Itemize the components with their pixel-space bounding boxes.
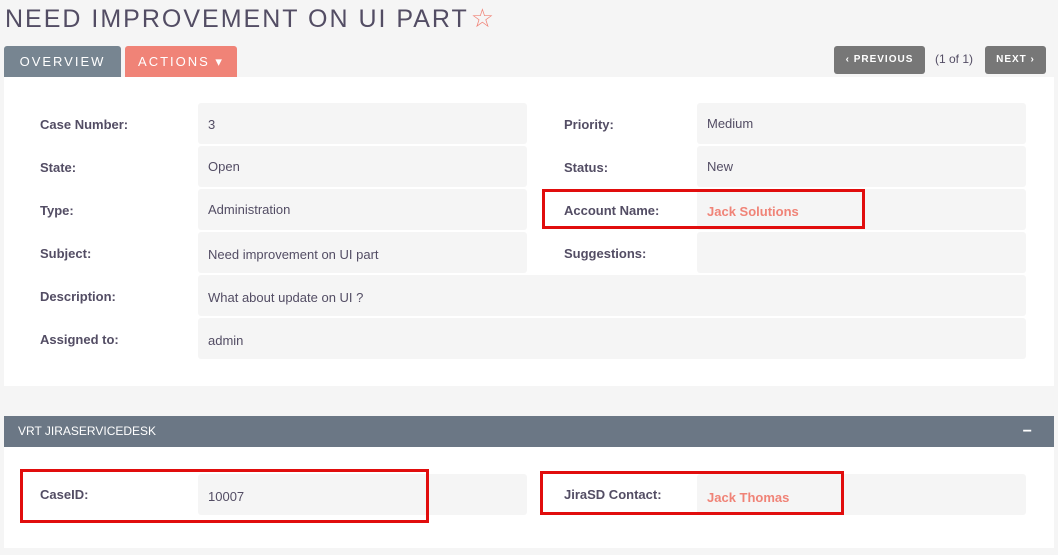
- previous-button[interactable]: ‹ PREVIOUS: [834, 46, 925, 74]
- status-label: Status:: [564, 160, 609, 175]
- description-label: Description:: [40, 289, 116, 304]
- record-count: (1 of 1): [935, 52, 974, 66]
- highlight-box: [542, 189, 865, 229]
- assigned-to-label: Assigned to:: [40, 332, 119, 347]
- next-button[interactable]: NEXT ›: [985, 46, 1046, 74]
- suggestions-value: [697, 232, 1026, 273]
- type-value: Administration: [198, 189, 527, 230]
- subject-value: Need improvement on UI part: [198, 232, 527, 273]
- description-value: What about update on UI ?: [198, 275, 1026, 316]
- priority-label: Priority:: [564, 117, 614, 132]
- status-value: New: [697, 146, 1026, 187]
- state-label: State:: [40, 160, 77, 175]
- assigned-to-value: admin: [198, 318, 1026, 359]
- type-label: Type:: [40, 203, 74, 218]
- jira-section-header[interactable]: VRT JIRASERVICEDESK −: [4, 416, 1054, 447]
- page-title: NEED IMPROVEMENT ON UI PART☆: [5, 3, 497, 33]
- suggestions-label: Suggestions:: [564, 246, 647, 261]
- tab-overview[interactable]: OVERVIEW: [4, 46, 121, 77]
- priority-value: Medium: [697, 103, 1026, 144]
- case-number-value: 3: [198, 103, 527, 144]
- actions-dropdown[interactable]: ACTIONS ▾: [125, 46, 237, 77]
- subject-label: Subject:: [40, 246, 92, 261]
- favorite-star-icon[interactable]: ☆: [471, 3, 496, 33]
- highlight-box: [540, 471, 844, 515]
- case-number-label: Case Number:: [40, 117, 129, 132]
- state-value: Open: [198, 146, 527, 187]
- highlight-box: [20, 469, 429, 523]
- collapse-icon[interactable]: −: [1023, 416, 1032, 447]
